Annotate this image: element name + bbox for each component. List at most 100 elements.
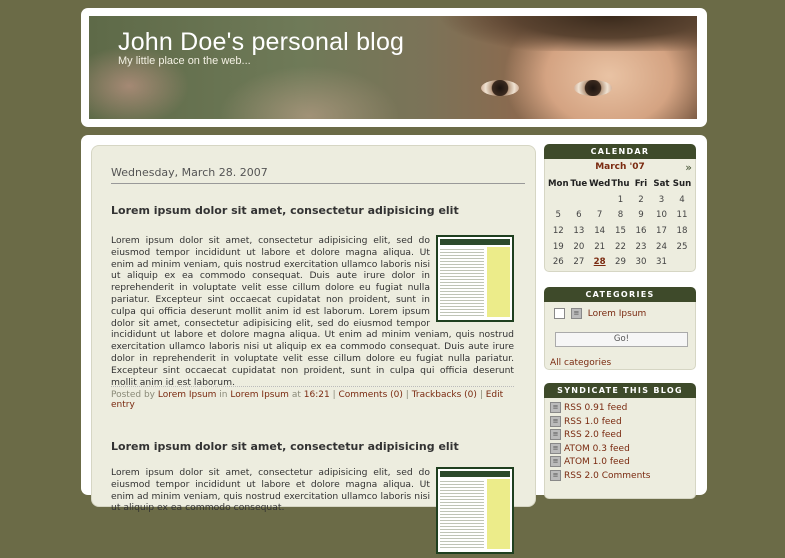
calendar-day: 15	[615, 225, 626, 236]
categories-box: ≡ Lorem Ipsum Go! All categories	[544, 302, 696, 370]
calendar-day: 29	[615, 257, 626, 268]
entry-body: Lorem ipsum dolor sit amet, consectetur …	[111, 235, 514, 388]
calendar-day: 31	[656, 257, 667, 268]
feed-icon: ≡	[550, 402, 561, 413]
calendar-day: 18	[676, 225, 688, 236]
feed-link[interactable]: ≡ RSS 2.0 feed	[550, 429, 622, 440]
feed-link[interactable]: ≡ RSS 2.0 Comments	[550, 469, 651, 481]
time-link[interactable]: 16:21	[304, 390, 330, 400]
entry-thumbnail[interactable]	[436, 467, 514, 554]
feed-label[interactable]: ATOM 1.0 feed	[564, 457, 630, 467]
entry-body-text: Lorem ipsum dolor sit amet, consectetur …	[111, 467, 430, 514]
calendar-day: 10	[656, 210, 667, 221]
feed-icon[interactable]: ≡	[570, 308, 582, 319]
main-column: Wednesday, March 28. 2007 Lorem ipsum do…	[91, 145, 536, 554]
calendar-day-today[interactable]: 28	[589, 254, 610, 270]
weekday-label: Mon	[548, 178, 569, 189]
header-banner-image: John Doe's personal blog My little place…	[89, 16, 697, 119]
thumbnail-text	[440, 247, 484, 317]
calendar-day	[589, 192, 610, 208]
categories-header: CATEGORIES	[544, 287, 696, 302]
calendar-day: 14	[594, 225, 606, 236]
author-link[interactable]: Lorem Ipsum	[158, 390, 217, 400]
calendar-day: 20	[573, 241, 585, 252]
calendar-day: 24	[656, 241, 667, 252]
weekday-label: Wed	[589, 178, 611, 189]
date-header: Wednesday, March 28. 2007	[111, 166, 525, 184]
calendar-day: 4	[679, 194, 685, 205]
all-categories-link[interactable]: All categories	[550, 358, 611, 368]
calendar-day	[548, 192, 569, 208]
calendar-header: CALENDAR	[544, 144, 696, 159]
calendar-day: 19	[552, 241, 564, 252]
feed-label[interactable]: RSS 0.91 feed	[564, 403, 627, 413]
trackbacks-link[interactable]: Trackbacks (0)	[412, 390, 477, 400]
feed-label[interactable]: RSS 2.0 feed	[564, 430, 622, 440]
category-checkbox[interactable]	[554, 308, 565, 319]
calendar-day: 22	[615, 241, 626, 252]
thumbnail-header	[440, 471, 510, 477]
calendar-day: 26	[552, 257, 564, 268]
calendar-day: 27	[573, 257, 585, 268]
feed-link[interactable]: ≡ RSS 1.0 feed	[550, 415, 622, 427]
feed-label[interactable]: RSS 1.0 feed	[564, 417, 622, 427]
banner-left-eye	[481, 80, 519, 96]
feed-icon: ≡	[550, 429, 561, 440]
calendar-day: 23	[635, 241, 647, 252]
feed-label[interactable]: RSS 2.0 Comments	[564, 471, 651, 481]
calendar-weekdays: Mon Tue Wed Thu Fri Sat Sun	[548, 176, 692, 192]
category-link[interactable]: Lorem Ipsum	[230, 390, 289, 400]
at-label: at	[291, 390, 301, 400]
calendar-grid: Mon Tue Wed Thu Fri Sat Sun 1 2 3 4 5 6 …	[548, 176, 692, 270]
thumbnail-header	[440, 239, 510, 245]
calendar-month: March '07	[595, 162, 645, 172]
site-title[interactable]: John Doe's personal blog	[118, 28, 404, 57]
feed-link[interactable]: ≡ ATOM 0.3 feed	[550, 442, 630, 454]
calendar-week: 5 6 7 8 9 10 11	[548, 207, 692, 223]
comments-link[interactable]: Comments (0)	[338, 390, 402, 400]
entry-title[interactable]: Lorem ipsum dolor sit amet, consectetur …	[111, 440, 459, 453]
calendar-day	[672, 254, 693, 270]
footer-separator: |	[479, 390, 483, 400]
calendar-day: 9	[638, 210, 644, 221]
calendar-day: 6	[576, 210, 582, 221]
feed-icon: ≡	[550, 469, 561, 481]
next-month-icon[interactable]: »	[685, 161, 692, 174]
calendar-day: 2	[638, 194, 644, 205]
calendar-day: 25	[676, 241, 688, 252]
calendar-day	[569, 192, 590, 208]
weekday-label: Sat	[653, 178, 670, 189]
category-item: ≡ Lorem Ipsum	[554, 308, 646, 319]
thumbnail-sidebar	[487, 247, 510, 317]
banner-right-eye	[574, 80, 612, 96]
feed-link[interactable]: ≡ RSS 0.91 feed	[550, 402, 627, 413]
banner-hair	[379, 16, 697, 51]
weekday-label: Fri	[634, 178, 648, 189]
thumbnail-text	[440, 479, 484, 549]
go-button[interactable]: Go!	[555, 332, 688, 347]
calendar-day: 11	[676, 210, 688, 221]
feed-icon: ≡	[550, 415, 561, 427]
calendar-day: 1	[617, 194, 624, 205]
feed-label[interactable]: ATOM 0.3 feed	[564, 444, 630, 454]
calendar-week: 12 13 14 15 16 17 18	[548, 223, 692, 239]
calendar-day: 12	[552, 225, 564, 236]
thumbnail-sidebar	[487, 479, 510, 549]
calendar-day: 16	[635, 225, 647, 236]
blog-header: John Doe's personal blog My little place…	[81, 8, 707, 127]
weekday-label: Sun	[672, 178, 692, 189]
posted-by-label: Posted by	[111, 390, 155, 400]
entry-title[interactable]: Lorem ipsum dolor sit amet, consectetur …	[111, 204, 459, 217]
calendar-week: 1 2 3 4	[548, 192, 692, 208]
feed-icon: ≡	[550, 442, 561, 454]
feed-icon: ≡	[550, 456, 561, 467]
weekday-label: Thu	[611, 178, 630, 189]
entry-thumbnail[interactable]	[436, 235, 514, 322]
site-subtitle: My little place on the web...	[118, 55, 251, 67]
calendar-week: 19 20 21 22 23 24 25	[548, 239, 692, 255]
feed-link[interactable]: ≡ ATOM 1.0 feed	[550, 456, 630, 467]
footer-separator: |	[405, 390, 409, 400]
calendar-day: 21	[594, 241, 606, 252]
calendar-day: 17	[656, 225, 667, 236]
category-link[interactable]: Lorem Ipsum	[588, 309, 647, 319]
